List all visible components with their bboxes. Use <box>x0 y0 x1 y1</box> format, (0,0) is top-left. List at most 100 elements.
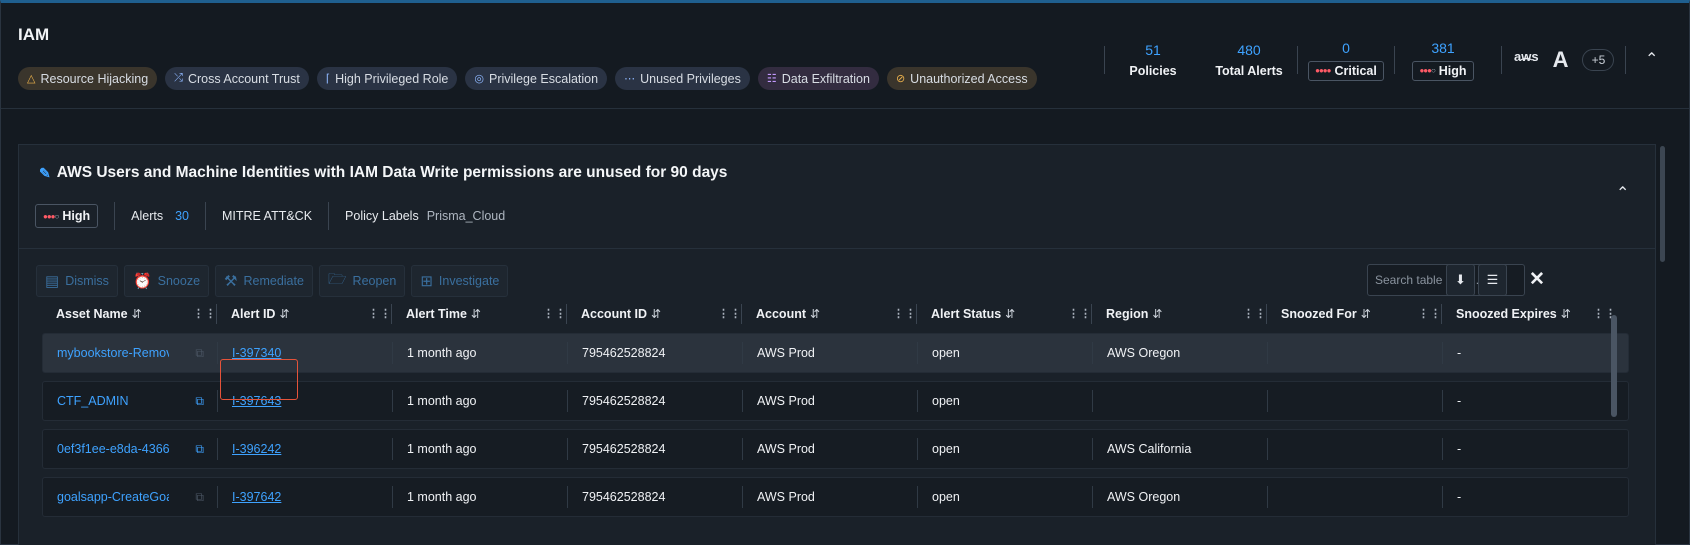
alert-time-cell: 1 month ago <box>393 430 568 468</box>
sort-icon[interactable]: ⇵ <box>651 307 661 321</box>
dismiss-button[interactable]: ▤ Dismiss <box>36 265 118 297</box>
column-region[interactable]: Region ⇵ ⋮⋮ <box>1092 294 1267 334</box>
chip-high-privileged-role[interactable]: ⌈ High Privileged Role <box>316 67 458 90</box>
asset-name-cell[interactable]: CTF_ADMIN ⧉ <box>43 382 218 420</box>
column-asset-name[interactable]: Asset Name ⇵ ⋮⋮ <box>42 294 217 334</box>
alert-id-link[interactable]: I-397642 <box>232 490 281 504</box>
external-link-icon[interactable]: ⧉ <box>195 346 204 361</box>
alerts-count[interactable]: 30 <box>175 209 189 223</box>
asset-name-cell[interactable]: goalsapp-CreateGoal ⧉ <box>43 478 218 516</box>
aws-icon[interactable]: aws ⁀ <box>1514 50 1539 71</box>
column-alert-status[interactable]: Alert Status ⇵ ⋮⋮ <box>917 294 1092 334</box>
table-scrollbar[interactable] <box>1611 315 1617 417</box>
policy-meta: ●●●○ High Alerts 30 MITRE ATT&CK Policy L… <box>35 202 505 230</box>
severity-high-icon: ●●●○ <box>1419 66 1435 75</box>
stat-critical[interactable]: 0 ●●●● Critical <box>1298 40 1394 81</box>
sort-icon[interactable]: ⇵ <box>1152 307 1162 321</box>
search-input[interactable] <box>1375 273 1495 287</box>
account-cell: AWS Prod <box>743 334 918 372</box>
column-snoozed-expires[interactable]: Snoozed Expires ⇵ ⋮⋮ <box>1442 294 1617 334</box>
download-button[interactable]: ⬇ <box>1446 264 1475 296</box>
sort-icon[interactable]: ⇵ <box>810 307 820 321</box>
snoozed-expires-cell: - <box>1457 394 1462 408</box>
severity-badge: ●●●○ High <box>35 204 99 228</box>
external-link-icon[interactable]: ⧉ <box>195 394 204 409</box>
drag-handle-icon[interactable]: ⋮⋮ <box>543 309 566 320</box>
table-row[interactable]: goalsapp-CreateGoal ⧉ I-397642 1 month ag… <box>42 477 1629 517</box>
snoozed-for-cell <box>1268 382 1443 420</box>
chip-unauthorized-access[interactable]: ⊘ Unauthorized Access <box>886 67 1037 90</box>
chip-unused-privileges[interactable]: ⋯ Unused Privileges <box>615 67 750 90</box>
alert-time-cell: 1 month ago <box>393 382 568 420</box>
divider <box>1625 46 1626 74</box>
table-row[interactable]: 0ef3f1ee-e8da-4366 ⧉ I-396242 1 month ago… <box>42 429 1629 469</box>
high-badge: ●●●○ High <box>1412 60 1474 81</box>
severity-critical-icon: ●●●● <box>1315 66 1331 75</box>
stat-policies[interactable]: 51 Policies <box>1105 42 1201 78</box>
snooze-button[interactable]: ⏰ Snooze <box>123 265 210 297</box>
drag-handle-icon[interactable]: ⋮⋮ <box>1068 309 1091 320</box>
chevron-up-icon[interactable]: ⌃ <box>1616 183 1629 203</box>
chevron-up-icon[interactable]: ⌃ <box>1645 49 1658 69</box>
column-alert-time[interactable]: Alert Time ⇵ ⋮⋮ <box>392 294 567 334</box>
drag-handle-icon[interactable]: ⋮⋮ <box>893 309 916 320</box>
column-alert-id[interactable]: Alert ID ⇵ ⋮⋮ <box>217 294 392 334</box>
sort-icon[interactable]: ⇵ <box>1561 307 1571 321</box>
snoozed-for-cell <box>1268 430 1443 468</box>
cloud-providers: aws ⁀ A +5 <box>1514 47 1615 73</box>
sort-icon[interactable]: ⇵ <box>1005 307 1015 321</box>
columns-button[interactable]: ☰ <box>1478 264 1507 296</box>
table-row[interactable]: CTF_ADMIN ⧉ I-397643 1 month ago 79546252… <box>42 381 1629 421</box>
chip-resource-hijacking[interactable]: △ Resource Hijacking <box>18 67 158 90</box>
snoozed-expires-cell: - <box>1457 346 1462 360</box>
stat-total-alerts[interactable]: 480 Total Alerts <box>1201 42 1297 78</box>
alert-id-link[interactable]: I-396242 <box>232 442 281 456</box>
external-link-icon[interactable]: ⧉ <box>195 442 204 457</box>
column-snoozed-for[interactable]: Snoozed For ⇵ ⋮⋮ <box>1267 294 1442 334</box>
chip-cross-account-trust[interactable]: ⤮ Cross Account Trust <box>165 67 309 90</box>
drag-handle-icon[interactable]: ⋮⋮ <box>368 309 391 320</box>
remediate-button[interactable]: ⚒ Remediate <box>215 265 313 297</box>
sort-icon[interactable]: ⇵ <box>471 307 481 321</box>
panel-scrollbar[interactable] <box>1660 146 1665 262</box>
chip-data-exfiltration[interactable]: ☷ Data Exfiltration <box>757 67 879 90</box>
chip-privilege-escalation[interactable]: ◎ Privilege Escalation <box>465 67 608 90</box>
alert-id-link[interactable]: I-397643 <box>232 394 281 408</box>
reopen-button[interactable]: 🗁 Reopen <box>318 265 406 297</box>
sort-icon[interactable]: ⇵ <box>132 307 142 321</box>
drag-handle-icon[interactable]: ⋮⋮ <box>193 309 216 320</box>
more-clouds-badge[interactable]: +5 <box>1582 49 1615 71</box>
archive-icon: ▤ <box>45 273 60 290</box>
table-row[interactable]: mybookstore-RemoveBook⧉ I-397340 1 month… <box>42 333 1629 373</box>
investigate-button[interactable]: ⊞ Investigate <box>411 265 509 297</box>
column-account-id[interactable]: Account ID ⇵ ⋮⋮ <box>567 294 742 334</box>
alert-id-link[interactable]: I-397340 <box>232 346 281 360</box>
column-account[interactable]: Account ⇵ ⋮⋮ <box>742 294 917 334</box>
sort-icon[interactable]: ⇵ <box>279 307 289 321</box>
drag-handle-icon[interactable]: ⋮⋮ <box>718 309 741 320</box>
sort-icon[interactable]: ⇵ <box>1361 307 1371 321</box>
fingerprint-icon: ◎ <box>474 73 484 85</box>
mitre-link[interactable]: MITRE ATT&CK <box>222 209 312 223</box>
drag-handle-icon[interactable]: ⋮⋮ <box>1593 309 1616 320</box>
close-icon[interactable]: ✕ <box>1529 268 1545 291</box>
snoozed-for-cell <box>1268 478 1443 516</box>
snoozed-for-cell <box>1268 334 1443 372</box>
azure-icon[interactable]: A <box>1553 47 1569 73</box>
region-cell: AWS Oregon <box>1093 478 1268 516</box>
stat-high[interactable]: 381 ●●●○ High <box>1395 40 1491 81</box>
stats-bar: 51 Policies 480 Total Alerts 0 ●●●● Criti… <box>1104 35 1502 85</box>
drag-handle-icon[interactable]: ⋮⋮ <box>1243 309 1266 320</box>
alert-status-cell: open <box>918 478 1093 516</box>
asset-name-cell[interactable]: 0ef3f1ee-e8da-4366 ⧉ <box>43 430 218 468</box>
region-cell: AWS Oregon <box>1093 334 1268 372</box>
severity-high-icon: ●●●○ <box>43 211 59 221</box>
alert-id-cell: I-397340 <box>218 334 393 372</box>
divider <box>1501 46 1502 74</box>
drag-handle-icon[interactable]: ⋮⋮ <box>1418 309 1441 320</box>
pencil-icon[interactable]: ✎ <box>39 165 51 182</box>
external-link-icon[interactable]: ⧉ <box>195 490 204 505</box>
policy-label-value: Prisma_Cloud <box>426 209 506 223</box>
asset-name-cell[interactable]: mybookstore-RemoveBook⧉ <box>43 334 218 372</box>
tag-chips: △ Resource Hijacking ⤮ Cross Account Trust… <box>18 67 1037 90</box>
